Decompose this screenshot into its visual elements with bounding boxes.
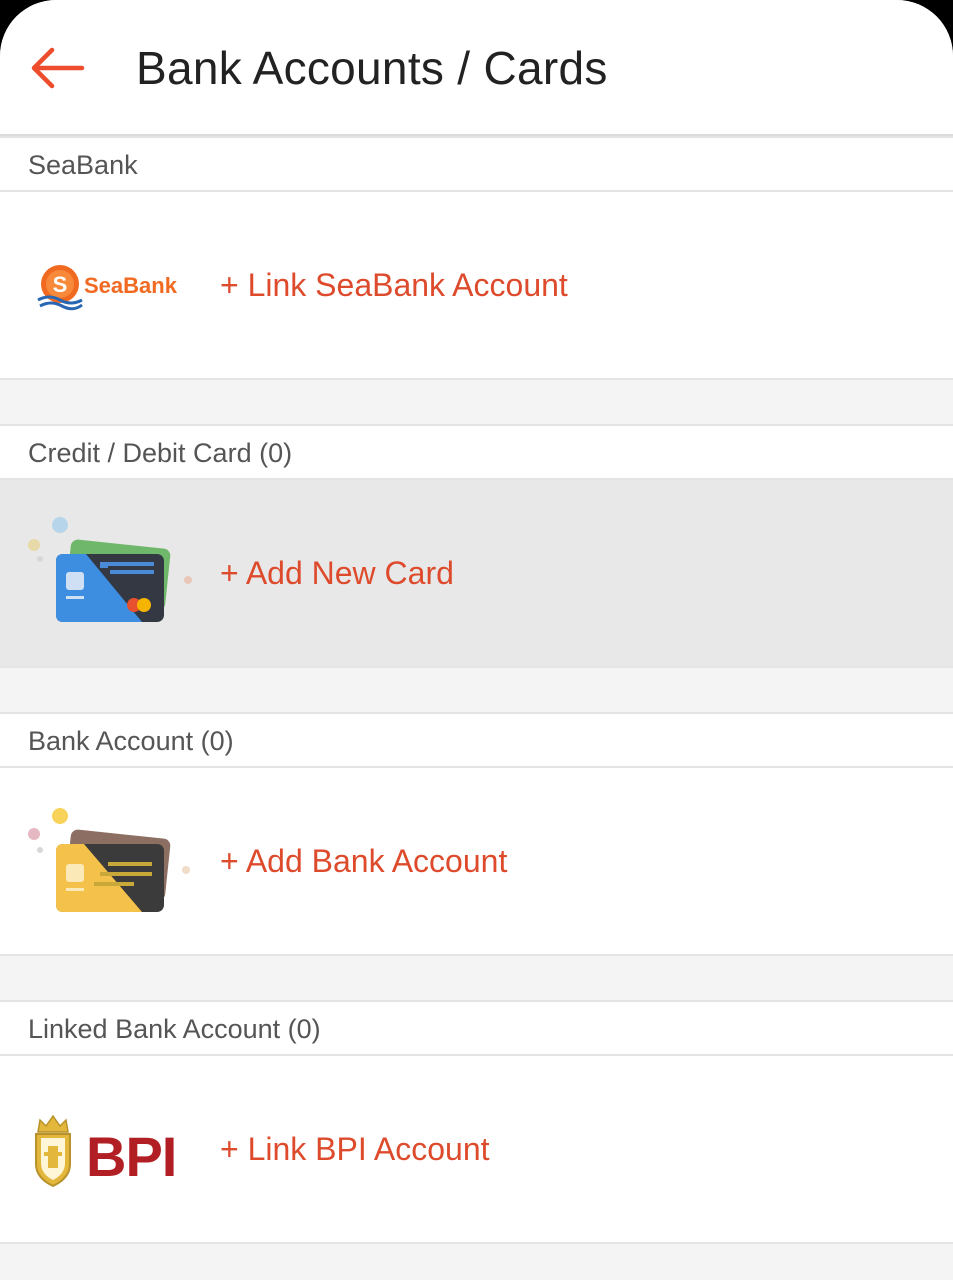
arrow-left-icon [31,47,85,89]
link-seabank-row[interactable]: S SeaBank + Link SeaBank Account [0,192,953,380]
screen: Bank Accounts / Cards SeaBank S SeaBank … [0,0,953,1280]
app-bar: Bank Accounts / Cards [0,0,953,136]
seabank-coin-letter: S [53,272,68,297]
page-title: Bank Accounts / Cards [136,42,608,94]
section-header-seabank: SeaBank [0,136,953,192]
section-title: Bank Account (0) [28,726,234,756]
link-seabank-label: + Link SeaBank Account [220,267,568,303]
back-button[interactable] [28,40,88,96]
bank-card-icon [24,800,204,925]
section-title: SeaBank [28,150,138,180]
bpi-logo-text: BPI [86,1125,176,1188]
add-bank-row[interactable]: + Add Bank Account [0,768,953,956]
seabank-logo: S SeaBank [24,248,194,317]
link-bpi-row[interactable]: BPI + Link BPI Account [0,1056,953,1244]
add-card-label: + Add New Card [220,555,454,591]
link-bpi-label: + Link BPI Account [220,1131,490,1167]
add-bank-label: + Add Bank Account [220,843,508,879]
section-title: Credit / Debit Card (0) [28,438,293,468]
section-header-bank: Bank Account (0) [0,712,953,768]
section-title: Linked Bank Account (0) [28,1014,321,1044]
add-card-row[interactable]: + Add New Card [0,480,953,668]
credit-card-icon [24,510,204,635]
section-header-linked: Linked Bank Account (0) [0,1000,953,1056]
section-header-card: Credit / Debit Card (0) [0,424,953,480]
bpi-logo: BPI [24,1112,204,1197]
seabank-logo-text: SeaBank [84,273,178,298]
